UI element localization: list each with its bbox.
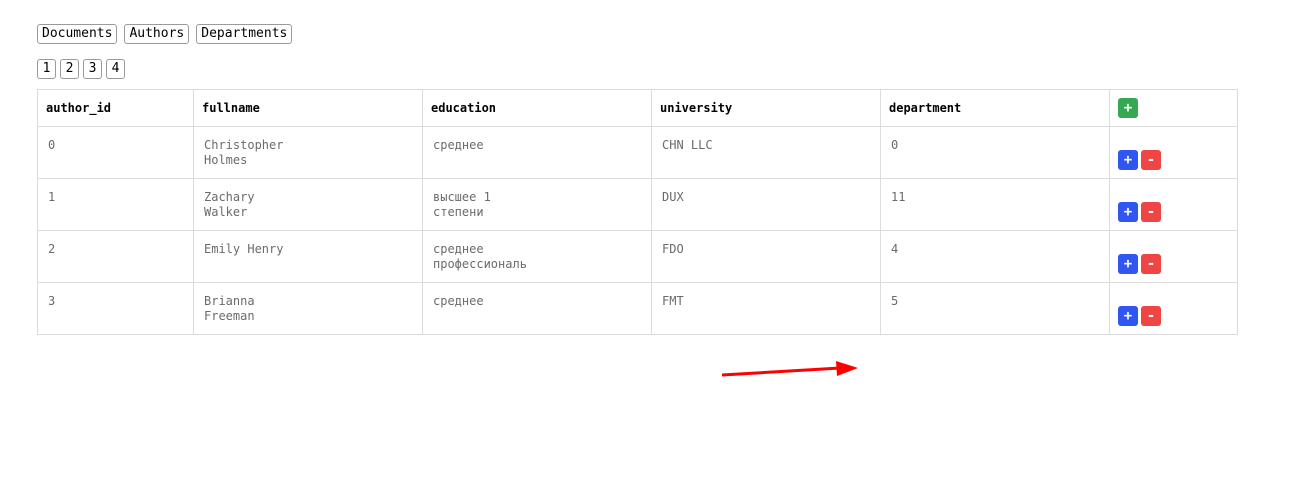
authors-table: author_id fullname education university … xyxy=(37,89,1238,335)
cell-author-id: 0 xyxy=(37,126,194,179)
row-add-button[interactable]: + xyxy=(1118,150,1138,170)
cell-education: среднее профессиональ xyxy=(422,230,652,283)
table-row: 0 Christopher Holmes среднее CHN LLC 0 +… xyxy=(37,126,1238,179)
cell-department: 4 xyxy=(880,230,1110,283)
nav-authors-button[interactable]: Authors xyxy=(124,24,190,44)
row-add-button[interactable]: + xyxy=(1118,254,1138,274)
cell-author-id: 2 xyxy=(37,230,194,283)
table-row: 3 Brianna Freeman среднее FMT 5 + - xyxy=(37,282,1238,335)
cell-university: CHN LLC xyxy=(651,126,881,179)
cell-department: 11 xyxy=(880,178,1110,231)
nav-departments-button[interactable]: Departments xyxy=(196,24,293,44)
row-add-button[interactable]: + xyxy=(1118,202,1138,222)
cell-education: среднее xyxy=(422,282,652,335)
cell-university: FDO xyxy=(651,230,881,283)
column-header-actions: + xyxy=(1109,89,1238,127)
cell-university: DUX xyxy=(651,178,881,231)
page-2-button[interactable]: 2 xyxy=(60,59,79,79)
row-add-button[interactable]: + xyxy=(1118,306,1138,326)
cell-fullname: Emily Henry xyxy=(193,230,423,283)
cell-education: высшее 1 степени xyxy=(422,178,652,231)
page-3-button[interactable]: 3 xyxy=(83,59,102,79)
page-1-button[interactable]: 1 xyxy=(37,59,56,79)
cell-author-id: 1 xyxy=(37,178,194,231)
column-header-fullname: fullname xyxy=(193,89,423,127)
row-delete-button[interactable]: - xyxy=(1141,202,1161,222)
row-delete-button[interactable]: - xyxy=(1141,306,1161,326)
table-header-row: author_id fullname education university … xyxy=(37,89,1238,127)
cell-fullname: Brianna Freeman xyxy=(193,282,423,335)
red-arrow-icon xyxy=(721,361,858,377)
nav-documents-button[interactable]: Documents xyxy=(37,24,118,44)
cell-department: 0 xyxy=(880,126,1110,179)
row-delete-button[interactable]: - xyxy=(1141,254,1161,274)
cell-department: 5 xyxy=(880,282,1110,335)
pagination: 1 2 3 4 xyxy=(37,59,125,79)
cell-actions: + - xyxy=(1109,230,1238,283)
cell-actions: + - xyxy=(1109,178,1238,231)
column-header-author-id: author_id xyxy=(37,89,194,127)
cell-actions: + - xyxy=(1109,282,1238,335)
column-header-university: university xyxy=(651,89,881,127)
cell-university: FMT xyxy=(651,282,881,335)
add-row-header-button[interactable]: + xyxy=(1118,98,1138,118)
cell-actions: + - xyxy=(1109,126,1238,179)
cell-fullname: Christopher Holmes xyxy=(193,126,423,179)
cell-fullname: Zachary Walker xyxy=(193,178,423,231)
main-nav: Documents Authors Departments xyxy=(37,24,293,44)
table-row: 1 Zachary Walker высшее 1 степени DUX 11… xyxy=(37,178,1238,231)
page-4-button[interactable]: 4 xyxy=(106,59,125,79)
cell-author-id: 3 xyxy=(37,282,194,335)
row-delete-button[interactable]: - xyxy=(1141,150,1161,170)
column-header-department: department xyxy=(880,89,1110,127)
column-header-education: education xyxy=(422,89,652,127)
table-row: 2 Emily Henry среднее профессиональ FDO … xyxy=(37,230,1238,283)
cell-education: среднее xyxy=(422,126,652,179)
